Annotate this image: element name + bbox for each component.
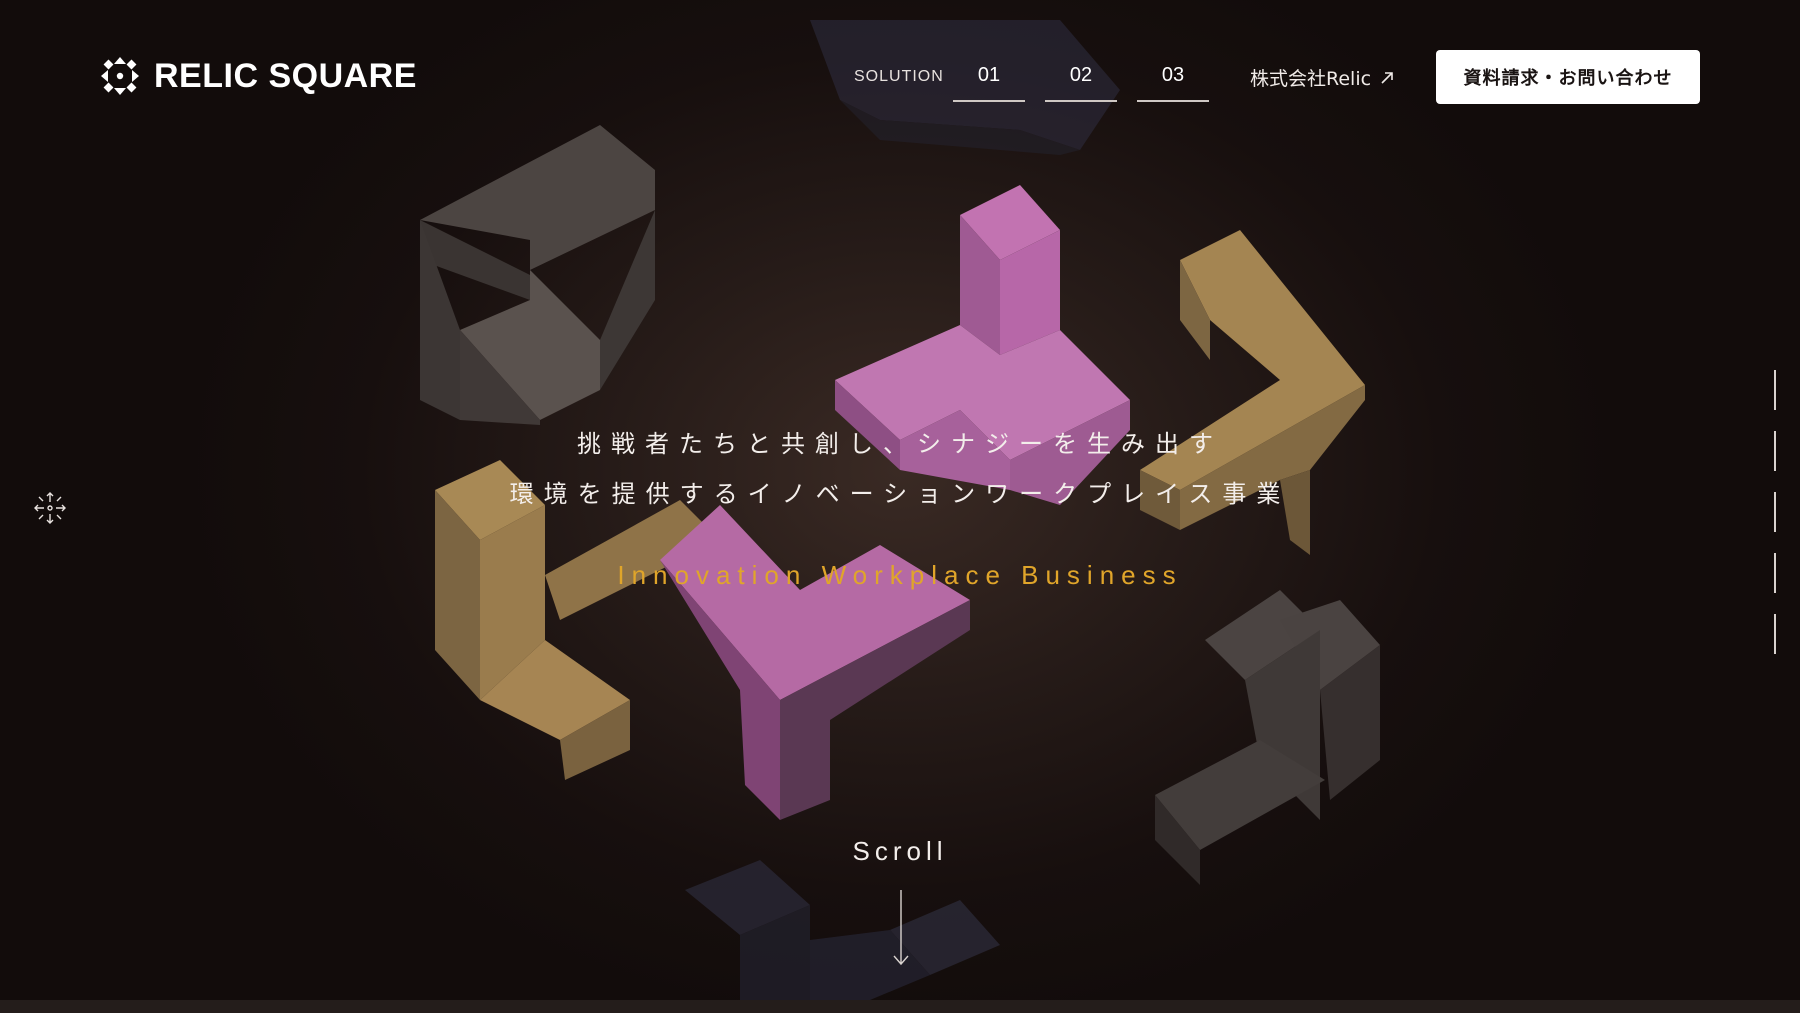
bottom-strip [0, 1000, 1800, 1013]
solution-nav-item-02[interactable]: 02 [1045, 64, 1117, 102]
solution-nav-item-03[interactable]: 03 [1137, 64, 1209, 102]
contact-request-button[interactable]: 資料請求・お問い合わせ [1436, 50, 1700, 104]
hero-stage: RELIC SQUARE SOLUTION 01 02 03 株式会社Relic… [0, 0, 1800, 1013]
section-indicator [1774, 370, 1777, 675]
site-header: RELIC SQUARE SOLUTION 01 02 03 株式会社Relic… [0, 0, 1800, 120]
solution-nav-label: SOLUTION [854, 68, 944, 85]
section-indicator-bar[interactable] [1774, 370, 1776, 410]
scroll-label[interactable]: Scroll [0, 836, 1800, 867]
pink-block-lower [660, 505, 970, 820]
logo[interactable]: RELIC SQUARE [98, 52, 417, 100]
hero-subtitle: Innovation Workplace Business [617, 560, 1183, 590]
gray-block-upper-left [420, 125, 655, 425]
hero-tagline-line-2: 環境を提供するイノベーションワークプレイス事業 [509, 480, 1291, 508]
solution-nav-item-01[interactable]: 01 [953, 64, 1025, 102]
section-indicator-bar[interactable] [1774, 614, 1776, 654]
external-link-arrow-icon [1381, 71, 1393, 84]
relic-square-logo-mark-icon [101, 57, 139, 95]
navy-block-bottom [685, 860, 1000, 1000]
arrow-down-icon[interactable] [892, 890, 910, 966]
corporate-site-link-label: 株式会社Relic [1250, 68, 1372, 90]
hero-tagline-line-1: 挑戦者たちと共創し、シナジーを生み出す [577, 430, 1223, 458]
corporate-site-link[interactable]: 株式会社Relic [1250, 64, 1395, 91]
logo-text: RELIC SQUARE [154, 56, 417, 95]
